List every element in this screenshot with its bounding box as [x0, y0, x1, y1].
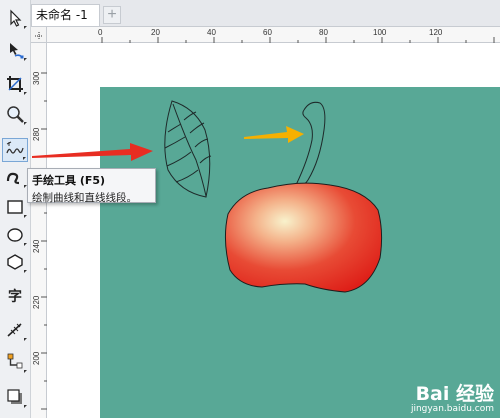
ruler-tick-label: 200: [32, 351, 41, 365]
zoom-tool-button[interactable]: [2, 102, 28, 126]
baidu-watermark: Bai 经验 jingyan.baidu.com: [411, 379, 494, 414]
parallel-dimension-button[interactable]: [2, 318, 28, 342]
ellipse-tool-button[interactable]: [2, 223, 28, 247]
drop-shadow-icon: [7, 389, 22, 404]
freehand-tool-button[interactable]: [2, 138, 28, 162]
ruler-tick-label: 20: [151, 28, 160, 37]
zoom-tool-icon: [7, 106, 24, 123]
rectangle-tool-button[interactable]: [2, 195, 28, 219]
ruler-tick-label: 0: [98, 28, 103, 37]
ruler-origin-icon: [35, 32, 43, 40]
crop-tool-icon: [7, 76, 23, 92]
polygon-tool-button[interactable]: [2, 250, 28, 274]
pick-tool-button[interactable]: [2, 6, 28, 30]
ruler-tick-label: 100: [373, 28, 387, 37]
watermark-brand: Bai 经验: [415, 383, 494, 405]
text-tool-icon: 字: [8, 289, 22, 305]
watermark-url: jingyan.baidu.com: [410, 404, 494, 414]
tooltip-title: 手绘工具 (F5): [32, 174, 106, 187]
vertical-ruler[interactable]: 300 280 260 240 220 200: [31, 43, 47, 418]
polygon-tool-icon: [7, 254, 23, 270]
artistic-media-icon: [6, 172, 20, 185]
rectangle-tool-icon: [7, 200, 23, 214]
document-tab[interactable]: 未命名 -1: [31, 4, 100, 26]
toolbox: 字: [0, 0, 31, 418]
ruler-tick-label: 300: [32, 71, 41, 85]
ellipse-tool-icon: [7, 228, 23, 242]
ruler-tick-label: 80: [319, 28, 328, 37]
add-document-button[interactable]: +: [103, 6, 121, 24]
text-tool-button[interactable]: 字: [2, 284, 28, 308]
drawing-canvas[interactable]: [47, 43, 500, 418]
ruler-tick-label: 240: [32, 239, 41, 253]
parallel-dimension-icon: [7, 323, 22, 337]
connector-tool-icon: [7, 353, 23, 369]
ruler-tick-label: 60: [263, 28, 272, 37]
ruler-tick-label: 120: [429, 28, 443, 37]
ruler-tick-label: 280: [32, 127, 41, 141]
crop-tool-button[interactable]: [2, 72, 28, 96]
document-tab-bar: 未命名 -1 +: [31, 0, 500, 27]
tool-tooltip: 手绘工具 (F5) 绘制曲线和直线线段。: [27, 168, 156, 204]
ruler-origin[interactable]: [31, 27, 47, 43]
horizontal-ruler[interactable]: 0 20 40 60 80 100 120: [47, 27, 500, 43]
plus-icon: +: [107, 6, 117, 23]
ruler-tick-label: 40: [207, 28, 216, 37]
ruler-tick-label: 220: [32, 295, 41, 309]
drop-shadow-button[interactable]: [2, 385, 28, 409]
tooltip-description: 绘制曲线和直线线段。: [32, 192, 137, 204]
artistic-media-button[interactable]: [2, 165, 28, 189]
connector-tool-button[interactable]: [2, 350, 28, 374]
pick-tool-icon: [10, 9, 22, 27]
shape-tool-icon: [10, 43, 24, 59]
drawing-page[interactable]: [100, 87, 500, 418]
shape-tool-button[interactable]: [2, 38, 28, 62]
